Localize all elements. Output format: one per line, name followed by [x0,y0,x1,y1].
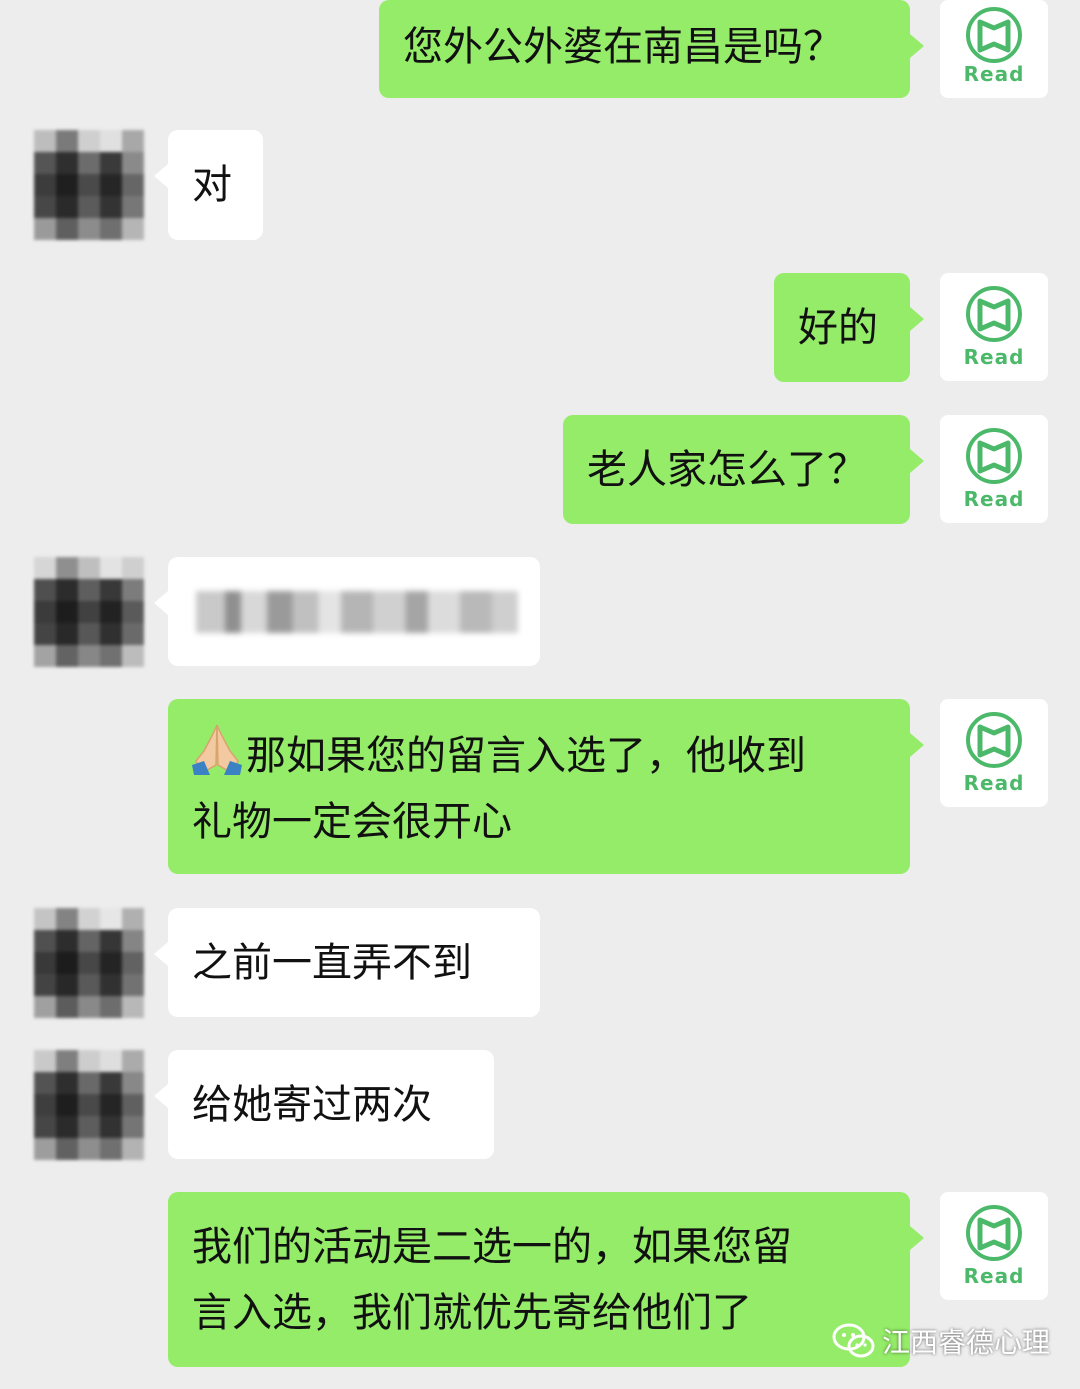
message-line: 那如果您的留言入选了，他收到 [188,721,886,789]
message-bubble-self[interactable]: 我们的活动是二选一的，如果您留 言入选，我们就优先寄给他们了 [168,1192,924,1367]
read-logo-icon [966,7,1022,63]
message-text: 给她寄过两次 [192,1082,432,1128]
contact-avatar[interactable] [34,130,144,240]
contact-avatar[interactable] [34,908,144,1018]
wechat-icon [832,1323,875,1358]
watermark: 江西睿德心理 [832,1318,1050,1364]
read-label: Read [963,62,1025,86]
message-bubble-other[interactable]: 给她寄过两次 [154,1050,494,1159]
read-logo-icon [966,712,1022,768]
read-label: Read [963,1264,1025,1288]
message-bubble-self[interactable]: 您外公外婆在南昌是吗？ [379,0,924,98]
self-avatar[interactable]: Read [940,0,1048,98]
self-avatar[interactable]: Read [940,699,1048,807]
message-bubble-other[interactable]: 之前一直弄不到 [154,908,540,1017]
read-logo-icon [966,1205,1022,1261]
message-bubble-self[interactable]: 老人家怎么了？ [563,415,924,524]
message-text: 对 [192,162,232,208]
message-text: 老人家怎么了？ [587,447,867,493]
read-logo-icon [966,286,1022,342]
redacted-text-blur [196,591,518,633]
message-bubble-self[interactable]: 好的 [774,273,924,382]
read-label: Read [963,771,1025,795]
self-avatar[interactable]: Read [940,273,1048,381]
message-text: 言入选，我们就优先寄给他们了 [192,1290,752,1336]
watermark-text: 江西睿德心理 [882,1326,1051,1359]
contact-avatar[interactable] [34,557,144,667]
read-logo-icon [966,428,1022,484]
message-bubble-other[interactable]: 对 [154,130,263,240]
read-label: Read [963,345,1025,369]
message-text: 您外公外婆在南昌是吗？ [403,24,843,70]
chat-area: 您外公外婆在南昌是吗？ Read 对 好的 Read 老人家怎么了？ Read … [0,0,1080,1389]
message-bubble-self[interactable]: 那如果您的留言入选了，他收到 礼物一定会很开心 [168,699,924,874]
message-text: 我们的活动是二选一的，如果您留 [192,1224,792,1270]
message-text: 好的 [798,305,878,351]
self-avatar[interactable]: Read [940,415,1048,523]
read-label: Read [963,487,1025,511]
message-text: 那如果您的留言入选了，他收到 [246,733,806,779]
message-text: 之前一直弄不到 [192,940,472,986]
message-bubble-other-redacted[interactable] [154,557,540,666]
message-text: 礼物一定会很开心 [192,799,512,845]
contact-avatar[interactable] [34,1050,144,1160]
folded-hands-icon [188,721,246,775]
self-avatar[interactable]: Read [940,1192,1048,1300]
